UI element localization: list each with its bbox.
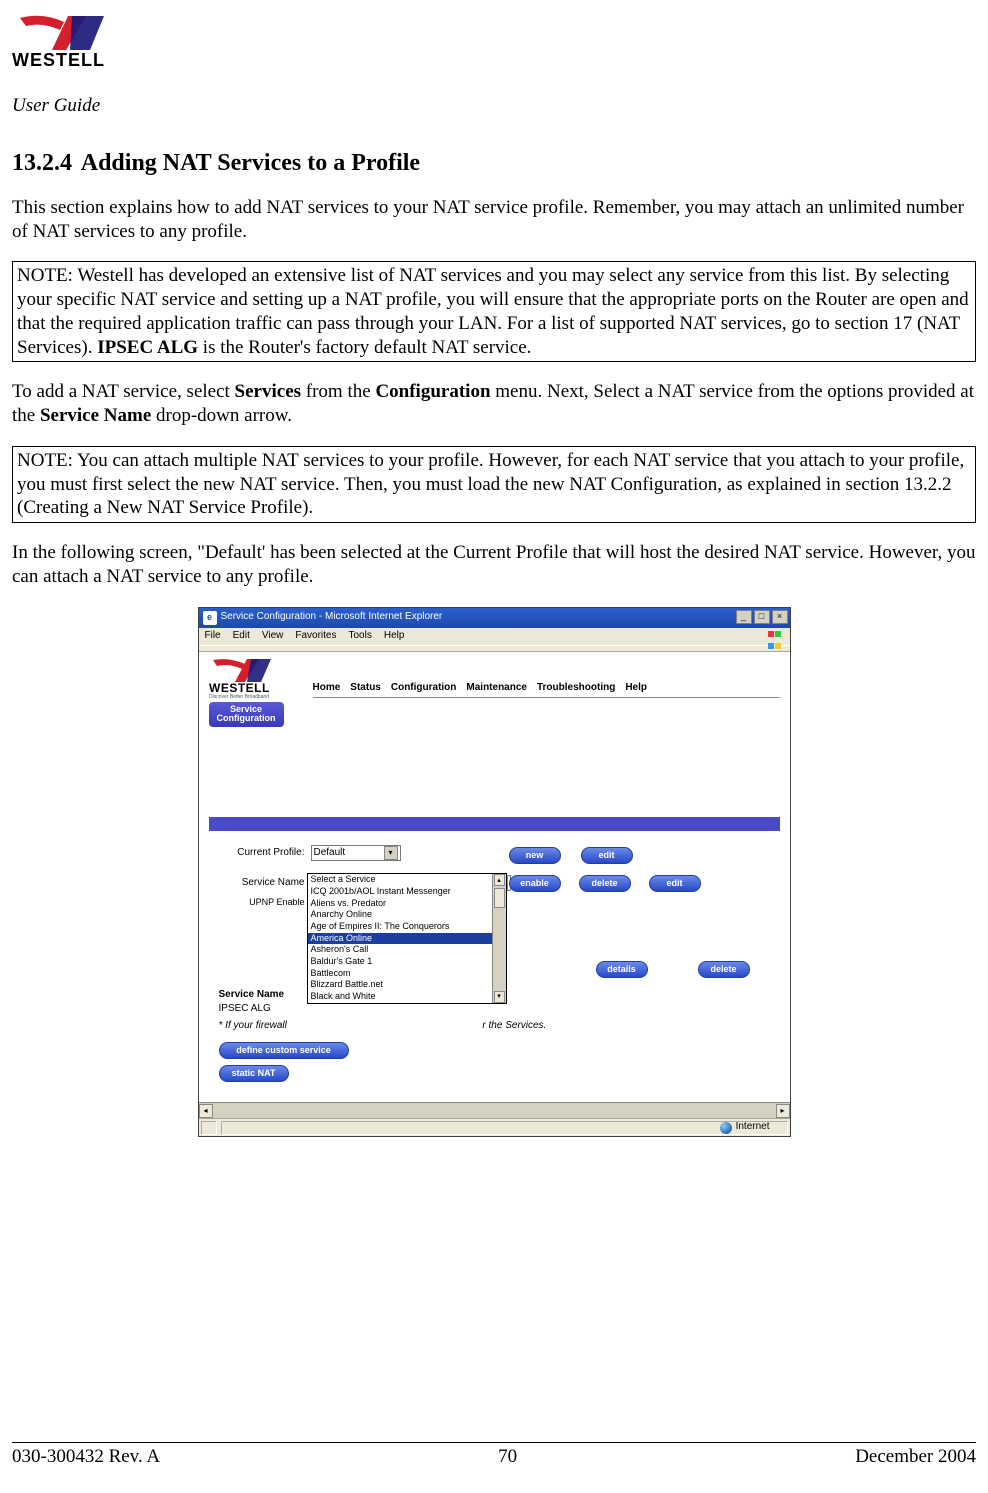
list-item[interactable]: ICQ 2001b/AOL Instant Messenger bbox=[308, 886, 506, 898]
close-button[interactable]: × bbox=[772, 610, 788, 624]
footer-docnum: 030-300432 Rev. A bbox=[12, 1445, 160, 1469]
horizontal-scrollbar[interactable]: ◂ ▸ bbox=[199, 1102, 790, 1118]
heading-number: 13.2.4 bbox=[12, 150, 72, 176]
list-item[interactable]: Age of Empires II: The Conquerors bbox=[308, 921, 506, 933]
new-button[interactable]: new bbox=[509, 847, 561, 864]
nav-home[interactable]: Home bbox=[313, 682, 341, 695]
router-nav: Home Status Configuration Maintenance Tr… bbox=[313, 682, 780, 698]
section-heading: 13.2.4 Adding NAT Services to a Profile bbox=[12, 148, 976, 178]
scroll-right-icon[interactable]: ▸ bbox=[776, 1104, 790, 1118]
scroll-thumb[interactable] bbox=[494, 888, 505, 908]
svg-text:WESTELL: WESTELL bbox=[12, 50, 105, 70]
nav-help[interactable]: Help bbox=[625, 682, 647, 695]
westell-logo: WESTELL bbox=[12, 14, 976, 96]
delete-row-button[interactable]: delete bbox=[698, 961, 750, 978]
window-titlebar: e Service Configuration - Microsoft Inte… bbox=[199, 608, 790, 628]
window-title: Service Configuration - Microsoft Intern… bbox=[221, 611, 443, 624]
note-box-1: NOTE: Westell has developed an extensive… bbox=[12, 261, 976, 362]
list-item-selected[interactable]: America Online bbox=[308, 933, 506, 945]
define-custom-service-button[interactable]: define custom service bbox=[219, 1042, 349, 1059]
heading-title: Adding NAT Services to a Profile bbox=[81, 150, 420, 176]
list-item[interactable]: Anarchy Online bbox=[308, 909, 506, 921]
service-name-dropdown-list[interactable]: Select a Service ICQ 2001b/AOL Instant M… bbox=[307, 873, 507, 1004]
list-item[interactable]: Battlecom bbox=[308, 968, 506, 980]
menu-tools[interactable]: Tools bbox=[348, 630, 371, 643]
nav-status[interactable]: Status bbox=[350, 682, 381, 695]
ie-icon: e bbox=[203, 611, 217, 625]
list-item[interactable]: Aliens vs. Predator bbox=[308, 898, 506, 910]
menu-edit[interactable]: Edit bbox=[233, 630, 250, 643]
list-item[interactable]: Asheron's Call bbox=[308, 944, 506, 956]
footer-pagenum: 70 bbox=[498, 1445, 517, 1469]
internet-zone-icon bbox=[720, 1122, 732, 1134]
intro-paragraph: This section explains how to add NAT ser… bbox=[12, 196, 976, 244]
scroll-down-icon[interactable]: ▾ bbox=[494, 991, 505, 1003]
service-name-header: Service Name bbox=[219, 989, 311, 1002]
internet-zone-label: Internet bbox=[736, 1121, 770, 1134]
windows-flag-icon bbox=[768, 629, 786, 643]
details-button[interactable]: details bbox=[596, 961, 648, 978]
current-profile-label: Current Profile: bbox=[219, 847, 311, 860]
nav-configuration[interactable]: Configuration bbox=[391, 682, 457, 695]
scroll-left-icon[interactable]: ◂ bbox=[199, 1104, 213, 1118]
browser-statusbar: Internet bbox=[199, 1118, 790, 1136]
service-name-label: Service Name bbox=[219, 877, 311, 890]
menu-file[interactable]: File bbox=[205, 630, 221, 643]
screen-context-paragraph: In the following screen, "Default' has b… bbox=[12, 541, 976, 589]
embedded-screenshot: e Service Configuration - Microsoft Inte… bbox=[198, 607, 791, 1138]
menu-view[interactable]: View bbox=[262, 630, 284, 643]
doc-type-label: User Guide bbox=[12, 94, 976, 118]
dropdown-scrollbar[interactable]: ▴ ▾ bbox=[492, 874, 506, 1003]
menu-help[interactable]: Help bbox=[384, 630, 405, 643]
status-pane-icon bbox=[201, 1121, 217, 1135]
ipsec-alg-row: IPSEC ALG bbox=[219, 1003, 770, 1016]
service-configuration-tab[interactable]: Service Configuration bbox=[209, 702, 284, 728]
delete-service-button[interactable]: delete bbox=[579, 875, 631, 892]
static-nat-button[interactable]: static NAT bbox=[219, 1065, 289, 1082]
instruction-paragraph: To add a NAT service, select Services fr… bbox=[12, 380, 976, 428]
menu-favorites[interactable]: Favorites bbox=[295, 630, 336, 643]
chevron-down-icon: ▾ bbox=[384, 846, 398, 860]
browser-menubar: File Edit View Favorites Tools Help bbox=[199, 628, 790, 646]
maximize-button[interactable]: □ bbox=[754, 610, 770, 624]
list-item[interactable]: Black and White bbox=[308, 991, 506, 1003]
note-box-2: NOTE: You can attach multiple NAT servic… bbox=[12, 446, 976, 523]
scroll-up-icon[interactable]: ▴ bbox=[494, 874, 505, 886]
service-config-panel: new edit enable delete edit Current Prof… bbox=[209, 817, 780, 1098]
enable-button[interactable]: enable bbox=[509, 875, 561, 892]
svg-text:Discover Better Broadband: Discover Better Broadband bbox=[209, 694, 269, 698]
upnp-enable-label: UPNP Enable bbox=[219, 897, 311, 908]
nav-troubleshooting[interactable]: Troubleshooting bbox=[537, 682, 615, 695]
firewall-note: * If your firewall r the Services. bbox=[219, 1020, 770, 1033]
current-profile-select[interactable]: Default ▾ bbox=[311, 845, 401, 861]
minimize-button[interactable]: _ bbox=[736, 610, 752, 624]
nav-maintenance[interactable]: Maintenance bbox=[466, 682, 527, 695]
edit-service-button[interactable]: edit bbox=[649, 875, 701, 892]
list-item[interactable]: Blizzard Battle.net bbox=[308, 979, 506, 991]
svg-text:WESTELL: WESTELL bbox=[209, 681, 270, 695]
westell-logo-small: WESTELL Discover Better Broadband bbox=[209, 658, 299, 698]
list-item[interactable]: Select a Service bbox=[308, 874, 506, 886]
edit-profile-button[interactable]: edit bbox=[581, 847, 633, 864]
footer-date: December 2004 bbox=[855, 1445, 976, 1469]
list-item[interactable]: Baldur's Gate 1 bbox=[308, 956, 506, 968]
page-footer: 030-300432 Rev. A 70 December 2004 bbox=[12, 1442, 976, 1469]
